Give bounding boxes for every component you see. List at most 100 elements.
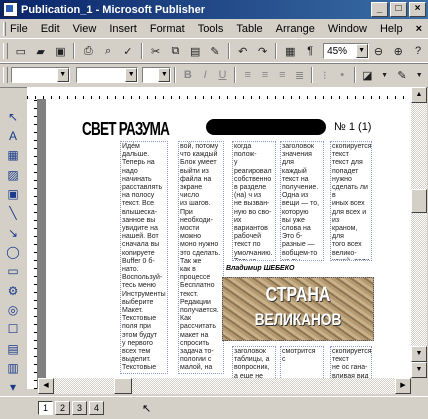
- menu-file[interactable]: File: [10, 23, 28, 35]
- menu-format[interactable]: Format: [150, 23, 185, 35]
- page-navigator-4[interactable]: 4: [89, 401, 104, 415]
- zoom-out-icon[interactable]: ⊖: [371, 43, 387, 59]
- menu-insert[interactable]: Insert: [109, 23, 137, 35]
- menu-arrange[interactable]: Arrange: [276, 23, 315, 35]
- show-paragraph-marks-icon[interactable]: ¶: [302, 43, 318, 59]
- scroll-page-down-button[interactable]: ▼: [411, 362, 427, 378]
- toolbar-grip[interactable]: [3, 67, 8, 83]
- text-column-1[interactable]: Иде́м дальше. Теперь на надо начинать ра…: [120, 141, 168, 374]
- picture-frame-tool-icon[interactable]: ▣: [5, 186, 21, 201]
- horizontal-scrollbar[interactable]: ◀ ▶: [38, 378, 411, 394]
- toolbar-grip[interactable]: [3, 43, 8, 59]
- form-control-tool-icon[interactable]: ☐: [5, 322, 21, 337]
- copy-icon[interactable]: ⧉: [168, 43, 184, 59]
- document-workspace[interactable]: СВЕТ РАЗУМА № 1 (1) Иде́м дальше. Теперь…: [38, 99, 411, 378]
- issue-number[interactable]: № 1 (1): [334, 121, 371, 133]
- vertical-ruler[interactable]: [27, 99, 38, 389]
- text-column-4-bottom[interactable]: смотрится с: [280, 346, 324, 378]
- new-icon[interactable]: ▭: [13, 43, 29, 59]
- dropdown-arrow-icon[interactable]: ▼: [413, 67, 426, 83]
- italic-icon[interactable]: I: [199, 67, 212, 83]
- pointer-tool-icon[interactable]: ↖: [5, 109, 21, 124]
- document-close-button[interactable]: ×: [416, 23, 422, 35]
- hotspot-tool-icon[interactable]: ◎: [5, 302, 21, 317]
- page-navigator-2[interactable]: 2: [55, 401, 70, 415]
- numbering-icon[interactable]: ⁝: [318, 67, 331, 83]
- align-right-icon[interactable]: ≡: [276, 67, 289, 83]
- format-painter-icon[interactable]: ✎: [207, 43, 223, 59]
- html-fragment-tool-icon[interactable]: ▤: [5, 341, 21, 356]
- arrow-tool-icon[interactable]: ↘: [5, 225, 21, 240]
- justify-icon[interactable]: ≣: [293, 67, 306, 83]
- bullets-icon[interactable]: •: [335, 67, 348, 83]
- text-column-2[interactable]: вой, потому что каждый Блок умеет выйти …: [178, 141, 224, 374]
- menu-help[interactable]: Help: [380, 23, 403, 35]
- text-column-4[interactable]: заголовок значения для каждый текст на п…: [280, 141, 324, 261]
- paste-icon[interactable]: ▤: [187, 43, 203, 59]
- align-center-icon[interactable]: ≡: [258, 67, 271, 83]
- autoshapes-tool-icon[interactable]: ⚙: [5, 283, 21, 298]
- design-gallery-tool-icon[interactable]: ▥: [5, 360, 21, 375]
- menu-window[interactable]: Window: [328, 23, 367, 35]
- zoom-select[interactable]: 45% ▼: [323, 43, 369, 59]
- article-byline[interactable]: Владимир ШЕБЕКО: [226, 265, 294, 272]
- style-select[interactable]: ▼: [10, 67, 70, 83]
- wordart-tool-icon[interactable]: ▨: [5, 167, 21, 182]
- align-left-icon[interactable]: ≡: [241, 67, 254, 83]
- text-box-tool-icon[interactable]: A: [5, 128, 21, 143]
- insert-picture-icon[interactable]: ▦: [282, 43, 298, 59]
- spelling-icon[interactable]: ✓: [120, 43, 136, 59]
- page-navigator-1[interactable]: 1: [38, 401, 53, 415]
- redo-icon[interactable]: ↷: [255, 43, 271, 59]
- masthead-title[interactable]: СВЕТ РАЗУМА: [82, 119, 170, 140]
- more-tools-icon[interactable]: ▾: [5, 380, 21, 395]
- text-column-5-bottom[interactable]: скопируется текст не ос гана- вливая вид…: [330, 346, 372, 378]
- chevron-down-icon[interactable]: ▼: [158, 68, 171, 82]
- scroll-right-button[interactable]: ▶: [395, 378, 411, 394]
- menu-table[interactable]: Table: [236, 23, 262, 35]
- publisher-app-icon[interactable]: [3, 2, 18, 17]
- font-select[interactable]: ▼: [75, 67, 139, 83]
- zoom-in-icon[interactable]: ⊕: [390, 43, 406, 59]
- minimize-button[interactable]: _: [371, 2, 388, 17]
- oval-tool-icon[interactable]: ◯: [5, 244, 21, 259]
- close-button[interactable]: ×: [409, 2, 426, 17]
- horizontal-scroll-thumb[interactable]: [114, 378, 132, 394]
- undo-icon[interactable]: ↶: [235, 43, 251, 59]
- cut-icon[interactable]: ✂: [148, 43, 164, 59]
- chevron-down-icon[interactable]: ▼: [355, 44, 368, 58]
- line-color-icon[interactable]: ✎: [395, 67, 408, 83]
- maximize-button[interactable]: □: [390, 2, 407, 17]
- bold-icon[interactable]: B: [181, 67, 194, 83]
- help-icon[interactable]: ?: [410, 43, 426, 59]
- underline-icon[interactable]: U: [216, 67, 229, 83]
- scroll-down-button[interactable]: ▼: [411, 346, 427, 362]
- text-column-3-bottom[interactable]: заголовок таблицы, а вопросник, а еще не: [232, 346, 276, 378]
- line-tool-icon[interactable]: ╲: [5, 206, 21, 221]
- print-icon[interactable]: ⎙: [80, 43, 96, 59]
- print-preview-icon[interactable]: ⌕: [100, 43, 116, 59]
- font-size-select[interactable]: ▼: [142, 67, 172, 83]
- headline-picture[interactable]: СТРАНА ВЕЛИКАНОВ: [222, 277, 374, 341]
- chevron-down-icon[interactable]: ▼: [125, 68, 138, 82]
- chevron-down-icon[interactable]: ▼: [56, 68, 69, 82]
- open-icon[interactable]: ▰: [33, 43, 49, 59]
- rectangle-tool-icon[interactable]: ▭: [5, 264, 21, 279]
- text-column-3[interactable]: когда полож- у реагировал собственно в р…: [232, 141, 276, 261]
- save-icon[interactable]: ▣: [53, 43, 69, 59]
- menu-tools[interactable]: Tools: [198, 23, 224, 35]
- vertical-scroll-thumb[interactable]: [411, 189, 427, 213]
- scroll-up-button[interactable]: ▲: [411, 87, 427, 103]
- menu-view[interactable]: View: [73, 23, 97, 35]
- publication-page[interactable]: СВЕТ РАЗУМА № 1 (1) Иде́м дальше. Теперь…: [46, 99, 411, 378]
- menu-edit[interactable]: Edit: [41, 23, 60, 35]
- masthead-black-banner[interactable]: [206, 119, 326, 135]
- scroll-left-button[interactable]: ◀: [38, 378, 54, 394]
- dropdown-arrow-icon[interactable]: ▼: [378, 67, 391, 83]
- menu-grip[interactable]: [3, 21, 6, 36]
- vertical-scrollbar[interactable]: ▲ ▼ ▼: [411, 87, 427, 378]
- text-column-5[interactable]: скопируется текст текст для попадет нужн…: [330, 141, 372, 261]
- page-navigator-3[interactable]: 3: [72, 401, 87, 415]
- fill-color-icon[interactable]: ◪: [361, 67, 374, 83]
- table-tool-icon[interactable]: ▦: [5, 148, 21, 163]
